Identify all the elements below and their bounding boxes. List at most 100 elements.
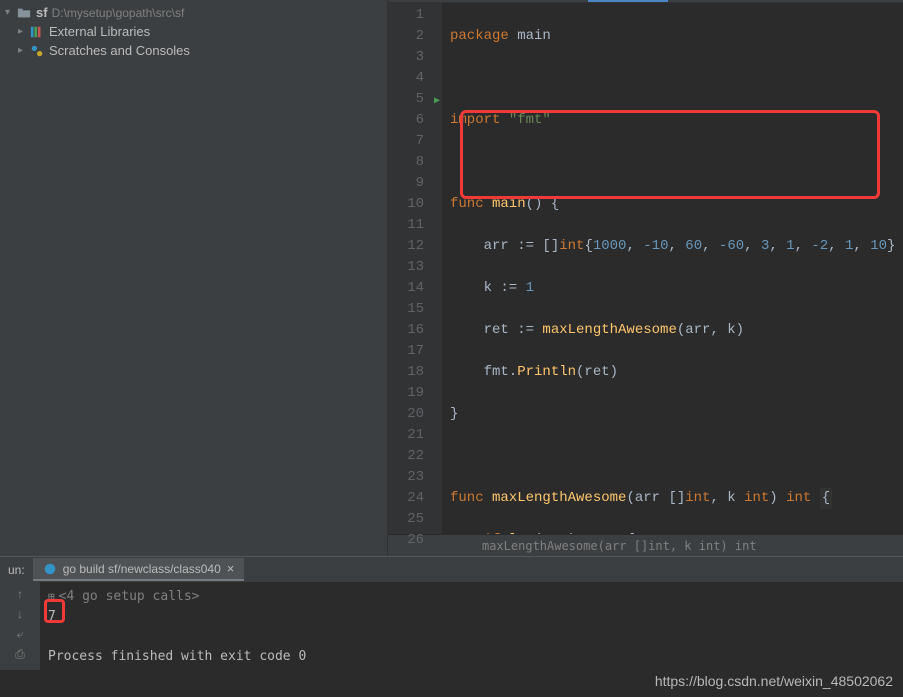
line-number[interactable]: 18 (388, 362, 424, 383)
up-arrow-icon[interactable]: ↑ (12, 586, 28, 602)
console-toolbar: ↑ ↓ ⤶ ⎙ (0, 582, 40, 670)
fn: maxLengthAwesome (492, 490, 626, 506)
kw: import (450, 112, 500, 128)
p: , (744, 238, 761, 254)
str: "fmt" (509, 112, 551, 128)
line-number[interactable]: 6 (388, 110, 424, 131)
t: (arr, k) (677, 322, 744, 338)
line-number[interactable]: 25 (388, 509, 424, 530)
fn: maxLengthAwesome (542, 322, 676, 338)
num: 1000 (593, 238, 627, 254)
scratches-item[interactable]: ▸ Scratches and Consoles (0, 41, 387, 60)
run-tool-window[interactable]: un: go build sf/newclass/class040 × ↑ ↓ … (0, 556, 903, 670)
kw: if (484, 532, 501, 534)
breadcrumb-bar[interactable]: maxLengthAwesome(arr []int, k int) int (388, 534, 903, 556)
line-number[interactable]: 3 (388, 47, 424, 68)
down-arrow-icon[interactable]: ↓ (12, 606, 28, 622)
num: -2 (811, 238, 828, 254)
p: , (668, 238, 685, 254)
setup-calls-fold[interactable]: <4 go setup calls> (59, 589, 200, 604)
p: , (769, 238, 786, 254)
t: (ret) (576, 364, 618, 380)
kw: int (786, 490, 811, 506)
line-number[interactable]: 13 (388, 257, 424, 278)
scratches-icon (30, 44, 44, 58)
p: { (551, 196, 559, 212)
print-icon[interactable]: ⎙ (12, 646, 28, 662)
active-tab-indicator (588, 0, 668, 2)
project-root-path: D:\mysetup\gopath\src\sf (52, 6, 185, 20)
p: , (626, 238, 643, 254)
line-number[interactable]: 8 (388, 152, 424, 173)
library-icon (30, 25, 44, 39)
exit-message: Process finished with exit code 0 (48, 649, 306, 664)
line-number[interactable]: 23 (388, 467, 424, 488)
run-label: un: (0, 563, 33, 577)
fn: main (492, 196, 526, 212)
t: arr := [] (450, 238, 559, 254)
num: -10 (643, 238, 668, 254)
fn: len (509, 532, 534, 534)
line-number[interactable]: 20 (388, 404, 424, 425)
t: (arr) == (534, 532, 610, 534)
line-number[interactable]: 9 (388, 173, 424, 194)
kw: func (450, 196, 484, 212)
line-number[interactable]: 2 (388, 26, 424, 47)
line-number-gutter[interactable]: 1 2 3 4 5 6 7 8 9 10 11 12 13 14 15 16 1… (388, 3, 442, 534)
wrap-icon[interactable]: ⤶ (12, 626, 28, 642)
expand-icon[interactable]: ⊞ (48, 590, 55, 603)
code-area[interactable]: package main import "fmt" func main() { … (442, 3, 903, 534)
p: { (618, 532, 635, 534)
run-gutter-icon[interactable]: ▶ (434, 91, 440, 112)
line-number[interactable]: 26 (388, 530, 424, 551)
line-number[interactable]: 1 (388, 5, 424, 26)
breadcrumb-text: maxLengthAwesome(arr []int, k int) int (482, 539, 757, 553)
project-tree-panel[interactable]: ▾ sf D:\mysetup\gopath\src\sf ▸ External… (0, 0, 388, 556)
kw: int (559, 238, 584, 254)
run-config-name: go build sf/newclass/class040 (63, 562, 221, 576)
caret-right-icon: ▸ (18, 45, 28, 56)
folder-icon (17, 6, 31, 20)
run-config-tab[interactable]: go build sf/newclass/class040 × (33, 558, 245, 581)
line-number[interactable]: 4 (388, 68, 424, 89)
line-number[interactable]: 11 (388, 215, 424, 236)
go-file-icon (43, 562, 57, 576)
external-libraries-label: External Libraries (49, 24, 150, 39)
line-number[interactable]: 16 (388, 320, 424, 341)
num: 10 (870, 238, 887, 254)
close-icon[interactable]: × (227, 561, 235, 576)
line-number[interactable]: 22 (388, 446, 424, 467)
line-number[interactable]: 17 (388, 341, 424, 362)
t: , k (710, 490, 744, 506)
line-number[interactable]: 10 (388, 194, 424, 215)
editor-panel[interactable]: 1 2 3 4 5 6 7 8 9 10 11 12 13 14 15 16 1… (388, 0, 903, 556)
project-root-item[interactable]: ▾ sf D:\mysetup\gopath\src\sf (0, 3, 387, 22)
fn: Println (517, 364, 576, 380)
caret-right-icon: ▸ (18, 26, 28, 37)
line-number[interactable]: 7 (388, 131, 424, 152)
p: } (887, 238, 895, 254)
kw: int (685, 490, 710, 506)
p: } (450, 406, 458, 422)
line-number[interactable]: 24 (388, 488, 424, 509)
kw: package (450, 28, 509, 44)
scratches-label: Scratches and Consoles (49, 43, 190, 58)
t: k := (450, 280, 526, 296)
num: 0 (610, 532, 618, 534)
line-number[interactable]: 15 (388, 299, 424, 320)
line-number[interactable]: 19 (388, 383, 424, 404)
line-number[interactable]: 12 (388, 236, 424, 257)
line-number[interactable]: 5 (388, 89, 424, 110)
p: , (828, 238, 845, 254)
num: -60 (719, 238, 744, 254)
num: 1 (786, 238, 794, 254)
line-number[interactable]: 14 (388, 278, 424, 299)
line-number[interactable]: 21 (388, 425, 424, 446)
p: , (795, 238, 812, 254)
t: ret := (450, 322, 542, 338)
external-libraries-item[interactable]: ▸ External Libraries (0, 22, 387, 41)
p: , (853, 238, 870, 254)
caret-down-icon: ▾ (5, 7, 15, 18)
console-output[interactable]: ⊞<4 go setup calls> 7 Process finished w… (40, 582, 903, 670)
id: main (517, 28, 551, 44)
